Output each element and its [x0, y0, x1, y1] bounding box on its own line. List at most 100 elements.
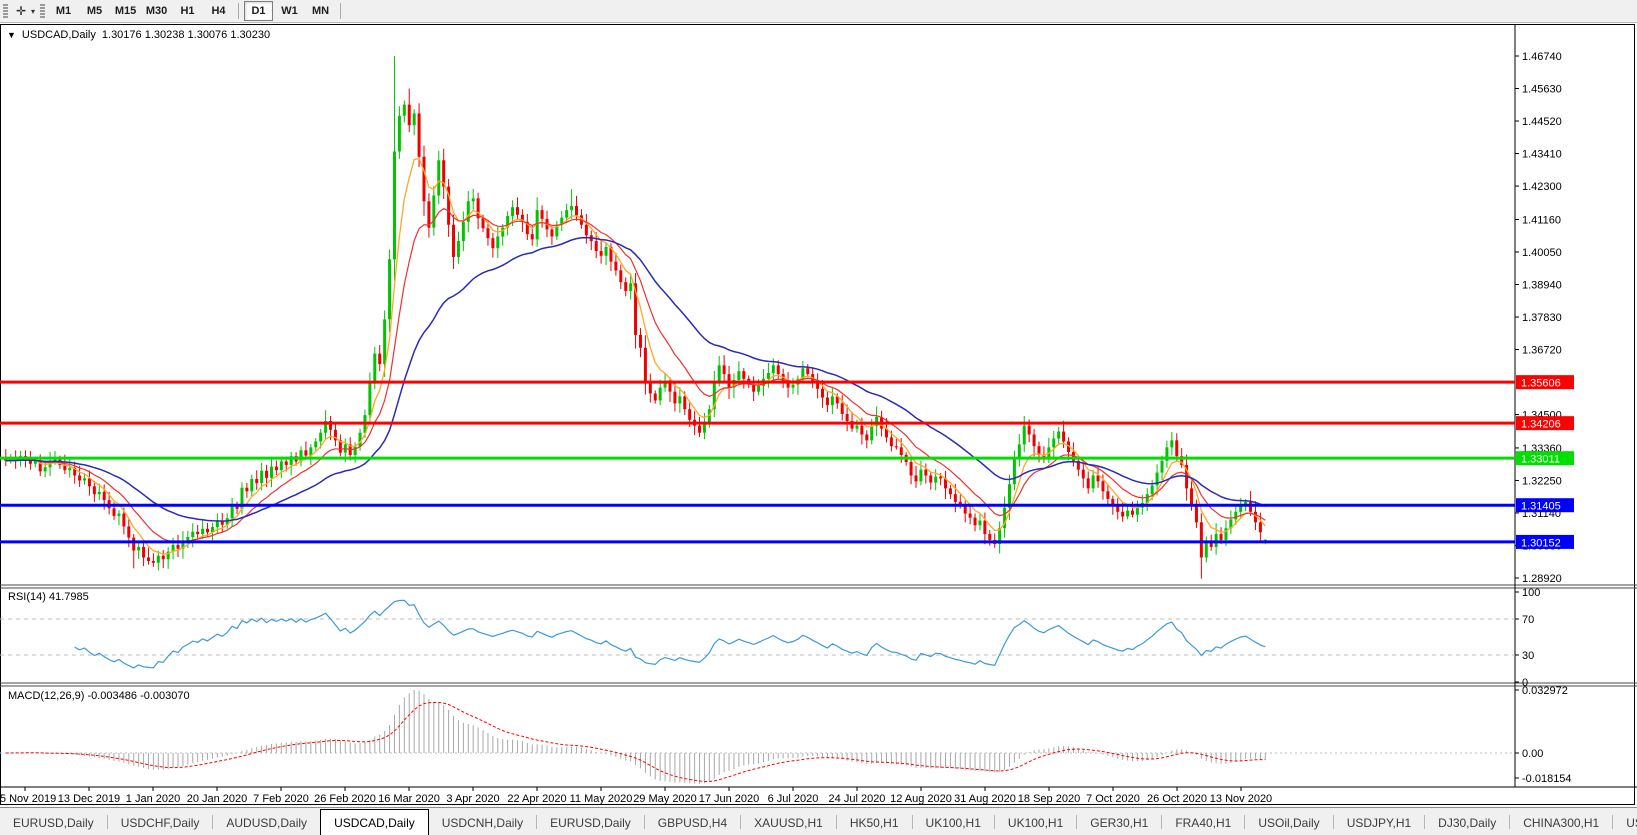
- rsi-line: [74, 599, 1266, 669]
- svg-text:3 Apr 2020: 3 Apr 2020: [446, 793, 499, 805]
- price-level-badge: 1.30152: [1516, 534, 1574, 549]
- crosshair-cursor-icon[interactable]: ✛: [11, 2, 31, 20]
- svg-text:100: 100: [1522, 587, 1540, 599]
- chevron-down-icon[interactable]: ▾: [31, 7, 35, 16]
- svg-text:1 Jan 2020: 1 Jan 2020: [126, 793, 180, 805]
- svg-text:17 Jun 2020: 17 Jun 2020: [699, 793, 760, 805]
- timeframe-button-h1[interactable]: H1: [173, 1, 202, 21]
- toolbar-separator: [340, 3, 342, 19]
- svg-text:7 Oct 2020: 7 Oct 2020: [1086, 793, 1140, 805]
- svg-text:26 Feb 2020: 26 Feb 2020: [314, 793, 376, 805]
- svg-text:11 May 2020: 11 May 2020: [570, 793, 633, 805]
- chart-tab-usoil-h1[interactable]: USOil,H1: [1613, 809, 1637, 835]
- chart-tab-usdjpy-h1[interactable]: USDJPY,H1: [1334, 809, 1424, 835]
- svg-text:-0.018154: -0.018154: [1522, 773, 1572, 785]
- candles-series: [4, 56, 1267, 579]
- svg-text:30: 30: [1522, 650, 1534, 662]
- timeframe-button-d1[interactable]: D1: [244, 1, 274, 21]
- price-level-badge: 1.34206: [1516, 416, 1574, 431]
- chart-tab-audusd-daily[interactable]: AUDUSD,Daily: [213, 809, 320, 835]
- svg-text:31 Aug 2020: 31 Aug 2020: [954, 793, 1016, 805]
- timeframe-buttons: M1 M5 M15 M30 H1 H4 D1 W1 MN: [48, 1, 336, 21]
- price-chart-canvas[interactable]: 1.46740 1.45630 1.44520 1.43410 1.42300 1.411…: [0, 24, 1637, 807]
- macd-indicator-label: MACD(12,26,9) -0.003486 -0.003070: [8, 690, 190, 702]
- svg-text:7 Feb 2020: 7 Feb 2020: [253, 793, 309, 805]
- timeframe-toolbar: ✛ ▾ M1 M5 M15 M30 H1 H4 D1 W1 MN: [0, 0, 1637, 23]
- svg-text:13 Dec 2019: 13 Dec 2019: [58, 793, 120, 805]
- svg-text:1.36720: 1.36720: [1522, 345, 1562, 357]
- svg-text:1.37830: 1.37830: [1522, 312, 1562, 324]
- toolbar-separator: [238, 3, 240, 19]
- chart-tab-fra40-h1[interactable]: FRA40,H1: [1162, 809, 1244, 835]
- chart-tab-uk100-h1[interactable]: UK100,H1: [995, 809, 1076, 835]
- rsi-macd-splitter[interactable]: [0, 682, 1637, 687]
- timeframe-button-mn[interactable]: MN: [306, 1, 335, 21]
- chart-tab-usdchf-daily[interactable]: USDCHF,Daily: [108, 809, 213, 835]
- svg-text:1.46740: 1.46740: [1522, 51, 1562, 63]
- timeframe-button-m1[interactable]: M1: [49, 1, 78, 21]
- chart-tab-hk50-h1[interactable]: HK50,H1: [837, 809, 912, 835]
- chart-tab-usdcad-daily[interactable]: USDCAD,Daily: [320, 809, 429, 835]
- svg-text:0.00: 0.00: [1522, 748, 1543, 760]
- time-axis: 25 Nov 2019 13 Dec 2019 1 Jan 2020 20 Jan 2…: [0, 787, 1272, 805]
- chart-tab-eurusd-daily[interactable]: EURUSD,Daily: [0, 809, 107, 835]
- chart-tab-usdcnh-daily[interactable]: USDCNH,Daily: [429, 809, 536, 835]
- chart-tab-bar: EURUSD,Daily USDCHF,Daily AUDUSD,Daily USDC…: [0, 807, 1637, 835]
- chart-window-title: ▼ USDCAD,Daily 1.30176 1.30238 1.30076 1…: [7, 29, 270, 41]
- price-level-badge: 1.31405: [1516, 498, 1574, 513]
- timeframe-button-m30[interactable]: M30: [142, 1, 171, 21]
- svg-text:24 Jul 2020: 24 Jul 2020: [829, 793, 886, 805]
- chart-tab-eurusd-daily[interactable]: EURUSD,Daily: [537, 809, 644, 835]
- svg-text:29 May 2020: 29 May 2020: [633, 793, 697, 805]
- chart-tab-dj30-daily[interactable]: DJ30,Daily: [1425, 809, 1509, 835]
- collapse-icon[interactable]: ▼: [7, 30, 16, 40]
- svg-text:1.42300: 1.42300: [1522, 181, 1562, 193]
- chart-tab-gbpusd-h4[interactable]: GBPUSD,H4: [645, 809, 740, 835]
- svg-text:20 Jan 2020: 20 Jan 2020: [187, 793, 248, 805]
- svg-text:1.38940: 1.38940: [1522, 279, 1562, 291]
- timeframe-button-h4[interactable]: H4: [204, 1, 233, 21]
- chart-tabs: EURUSD,Daily USDCHF,Daily AUDUSD,Daily USDC…: [0, 808, 1637, 835]
- chart-tab-ger30-h1[interactable]: GER30,H1: [1077, 809, 1161, 835]
- toolbar-grip[interactable]: [3, 3, 8, 19]
- svg-text:70: 70: [1522, 614, 1534, 626]
- svg-text:26 Oct 2020: 26 Oct 2020: [1147, 793, 1207, 805]
- svg-text:1.40050: 1.40050: [1522, 247, 1562, 259]
- svg-text:1.34206: 1.34206: [1521, 419, 1561, 431]
- svg-text:1.35606: 1.35606: [1521, 378, 1561, 390]
- timeframe-button-m15[interactable]: M15: [111, 1, 140, 21]
- main-plot: [4, 56, 1267, 579]
- rsi-indicator-label: RSI(14) 41.7985: [8, 591, 89, 603]
- svg-text:13 Nov 2020: 13 Nov 2020: [1210, 793, 1272, 805]
- svg-text:22 Apr 2020: 22 Apr 2020: [507, 793, 566, 805]
- ma-line-6: [5, 157, 1266, 555]
- mt4-terminal: { "toolbar": { "tool_icon": "crosshair-c…: [0, 0, 1637, 835]
- svg-text:1.32250: 1.32250: [1522, 475, 1562, 487]
- svg-text:1.41160: 1.41160: [1522, 214, 1561, 226]
- timeframe-button-w1[interactable]: W1: [275, 1, 304, 21]
- svg-text:1.33011: 1.33011: [1521, 454, 1560, 466]
- toolbar-grip[interactable]: [40, 3, 46, 19]
- chart-tab-china300-h1[interactable]: CHINA300,H1: [1510, 809, 1612, 835]
- ma-line-13: [5, 207, 1266, 543]
- macd-signal-line: [5, 702, 1266, 782]
- chart-tab-usoil-daily[interactable]: USOil,Daily: [1245, 809, 1332, 835]
- svg-text:16 Mar 2020: 16 Mar 2020: [378, 793, 440, 805]
- svg-text:6 Jul 2020: 6 Jul 2020: [768, 793, 819, 805]
- svg-text:1.30152: 1.30152: [1521, 537, 1561, 549]
- svg-text:1.45630: 1.45630: [1522, 84, 1562, 96]
- svg-text:12 Aug 2020: 12 Aug 2020: [890, 793, 952, 805]
- chart-tab-xauusd-h1[interactable]: XAUUSD,H1: [741, 809, 836, 835]
- main-rsi-splitter[interactable]: [0, 583, 1637, 588]
- svg-text:18 Sep 2020: 18 Sep 2020: [1018, 793, 1080, 805]
- symbol-period-label: USDCAD,Daily: [21, 29, 96, 41]
- timeframe-button-m5[interactable]: M5: [80, 1, 109, 21]
- ohlc-quote: 1.30176 1.30238 1.30076 1.30230: [101, 29, 271, 41]
- price-level-badge: 1.35606: [1516, 375, 1574, 390]
- macd-histogram: [10, 690, 1266, 784]
- svg-text:25 Nov 2019: 25 Nov 2019: [0, 793, 56, 805]
- chart-tab-uk100-h1[interactable]: UK100,H1: [913, 809, 994, 835]
- price-level-badge: 1.33011: [1516, 451, 1574, 466]
- svg-text:1.44520: 1.44520: [1522, 116, 1562, 128]
- svg-text:1.31405: 1.31405: [1521, 501, 1561, 513]
